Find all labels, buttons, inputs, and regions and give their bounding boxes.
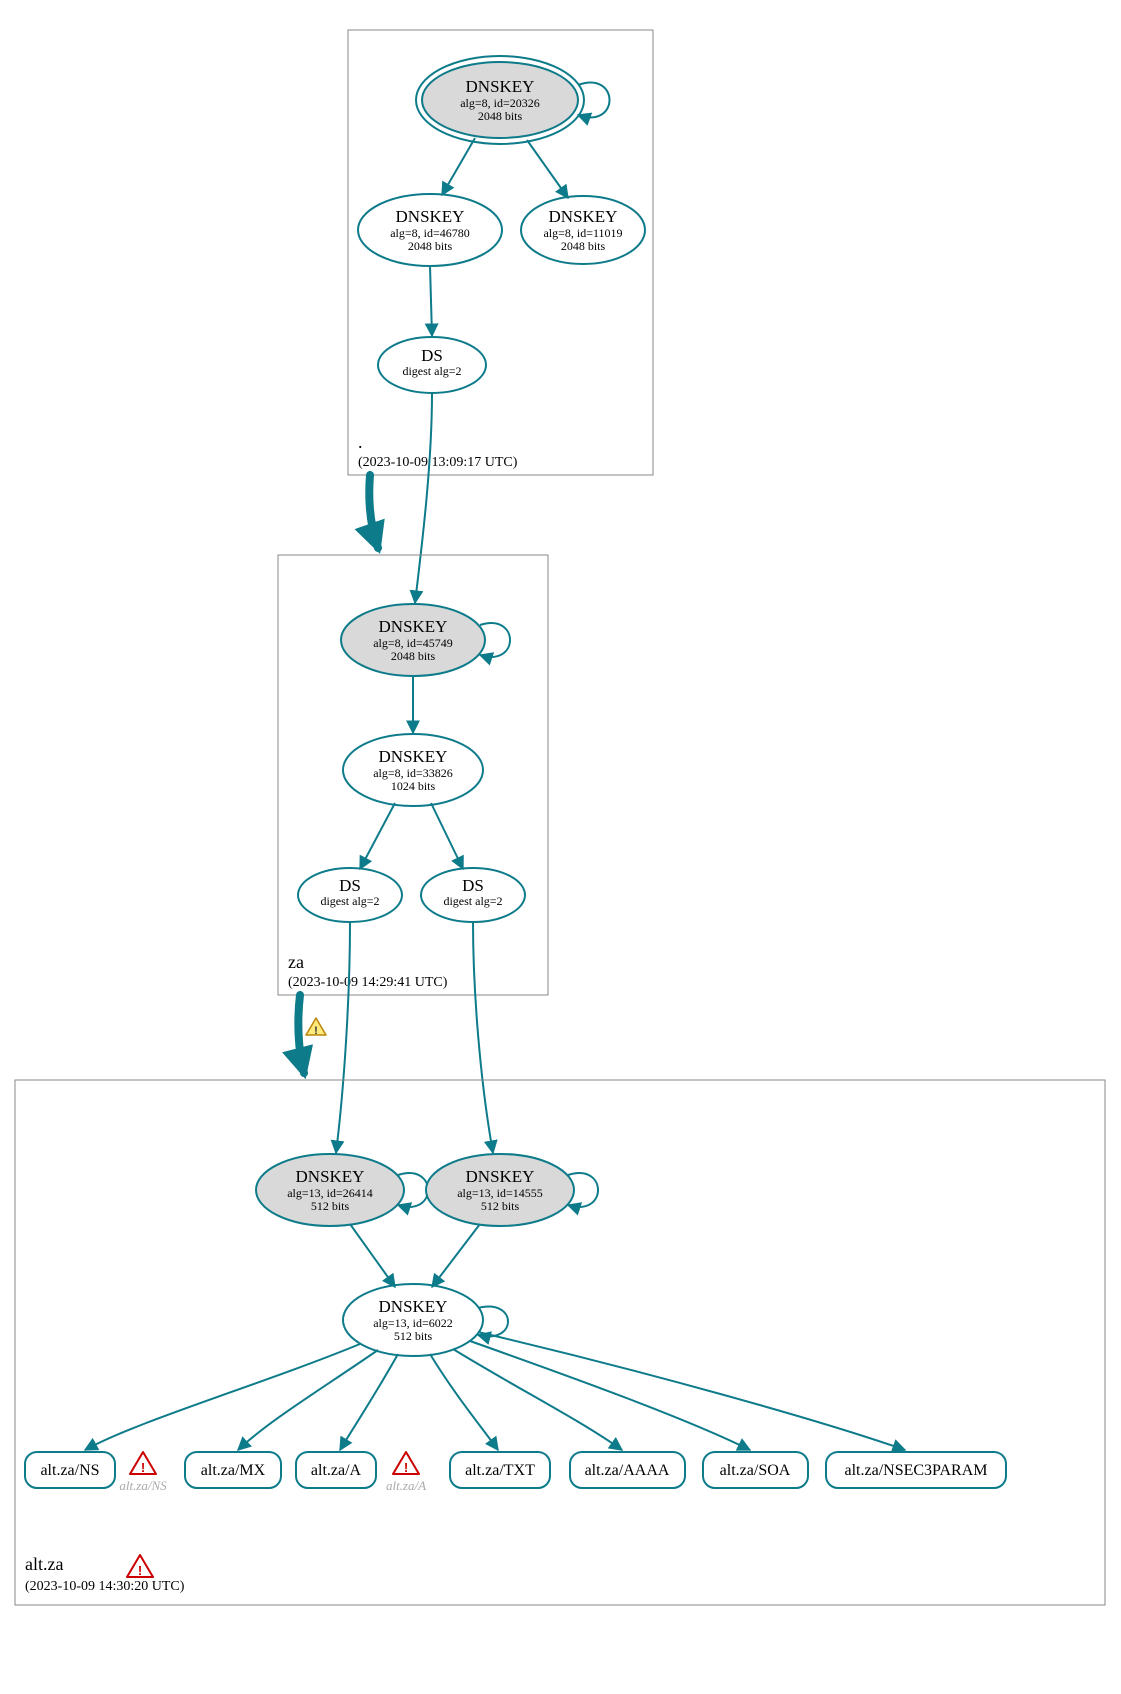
node-za-ds2[interactable]: DS digest alg=2 (421, 868, 525, 922)
edge-selfloop (578, 83, 610, 118)
svg-text:alg=8, id=11019: alg=8, id=11019 (543, 226, 622, 240)
edge (415, 393, 432, 603)
edge (430, 266, 432, 336)
node-root-zsk1[interactable]: DNSKEY alg=8, id=46780 2048 bits (358, 194, 502, 266)
node-za-ksk[interactable]: DNSKEY alg=8, id=45749 2048 bits (341, 604, 485, 676)
svg-text:alg=13, id=6022: alg=13, id=6022 (373, 1316, 453, 1330)
svg-text:2048 bits: 2048 bits (478, 109, 523, 123)
svg-text:alg=8, id=45749: alg=8, id=45749 (373, 636, 453, 650)
node-za-ds1[interactable]: DS digest alg=2 (298, 868, 402, 922)
edge (430, 1354, 498, 1450)
edge (432, 1224, 480, 1287)
node-root-ksk[interactable]: DNSKEY alg=8, id=20326 2048 bits (416, 56, 584, 144)
zone-timestamp: (2023-10-09 14:30:20 UTC) (25, 1579, 185, 1594)
error-icon: ! (130, 1452, 156, 1475)
svg-text:alg=13, id=14555: alg=13, id=14555 (457, 1186, 543, 1200)
svg-text:alt.za/TXT: alt.za/TXT (465, 1462, 535, 1479)
svg-text:!: ! (404, 1460, 408, 1475)
record-a-error: ! alt.za/A (386, 1452, 426, 1493)
svg-text:!: ! (138, 1563, 142, 1578)
svg-text:1024 bits: 1024 bits (391, 779, 436, 793)
svg-text:alt.za/NSEC3PARAM: alt.za/NSEC3PARAM (845, 1462, 988, 1479)
edge (340, 1354, 398, 1450)
svg-text:512 bits: 512 bits (481, 1199, 520, 1213)
svg-text:alg=8, id=46780: alg=8, id=46780 (390, 226, 470, 240)
delegation-edge (298, 995, 304, 1073)
svg-text:digest alg=2: digest alg=2 (443, 894, 502, 908)
edge (431, 803, 463, 869)
zone-timestamp: (2023-10-09 13:09:17 UTC) (358, 455, 518, 470)
record-a[interactable]: alt.za/A (296, 1452, 376, 1488)
record-ns-error: ! alt.za/NS (119, 1452, 167, 1493)
record-aaaa[interactable]: alt.za/AAAA (570, 1452, 685, 1488)
svg-text:DNSKEY: DNSKEY (296, 1167, 365, 1186)
svg-text:DS: DS (339, 876, 361, 895)
svg-text:DNSKEY: DNSKEY (466, 1167, 535, 1186)
svg-text:2048 bits: 2048 bits (408, 239, 453, 253)
svg-text:!: ! (141, 1460, 145, 1475)
svg-text:digest alg=2: digest alg=2 (402, 364, 461, 378)
edge (527, 140, 568, 198)
error-icon: ! (127, 1555, 153, 1578)
edge (478, 1332, 905, 1450)
zone-timestamp: (2023-10-09 14:29:41 UTC) (288, 975, 448, 990)
node-root-ds[interactable]: DS digest alg=2 (378, 337, 486, 393)
svg-text:DNSKEY: DNSKEY (396, 207, 465, 226)
delegation-edge (369, 475, 378, 548)
zone-name: za (288, 952, 304, 972)
svg-text:alg=8, id=20326: alg=8, id=20326 (460, 96, 540, 110)
node-altza-ksk1[interactable]: DNSKEY alg=13, id=26414 512 bits (256, 1154, 404, 1226)
svg-text:DS: DS (421, 346, 443, 365)
zone-box-altza (15, 1080, 1105, 1605)
edge (336, 922, 350, 1153)
svg-text:alt.za/NS: alt.za/NS (40, 1462, 99, 1479)
edge (473, 922, 493, 1153)
svg-text:DNSKEY: DNSKEY (379, 617, 448, 636)
record-soa[interactable]: alt.za/SOA (703, 1452, 808, 1488)
record-nsec3param[interactable]: alt.za/NSEC3PARAM (826, 1452, 1006, 1488)
svg-text:2048 bits: 2048 bits (561, 239, 606, 253)
record-txt[interactable]: alt.za/TXT (450, 1452, 550, 1488)
svg-text:DS: DS (462, 876, 484, 895)
zone-name: alt.za (25, 1554, 63, 1574)
svg-text:alg=13, id=26414: alg=13, id=26414 (287, 1186, 373, 1200)
svg-text:alt.za/A: alt.za/A (311, 1462, 362, 1479)
svg-text:DNSKEY: DNSKEY (466, 77, 535, 96)
error-icon: ! (393, 1452, 419, 1475)
zone-name: . (358, 432, 363, 452)
svg-text:alt.za/NS: alt.za/NS (119, 1478, 167, 1493)
svg-text:alt.za/MX: alt.za/MX (201, 1462, 266, 1479)
svg-text:512 bits: 512 bits (394, 1329, 433, 1343)
svg-text:512 bits: 512 bits (311, 1199, 350, 1213)
svg-text:DNSKEY: DNSKEY (379, 1297, 448, 1316)
svg-text:digest alg=2: digest alg=2 (320, 894, 379, 908)
node-za-zsk[interactable]: DNSKEY alg=8, id=33826 1024 bits (343, 734, 483, 806)
svg-text:DNSKEY: DNSKEY (549, 207, 618, 226)
dnssec-diagram: . (2023-10-09 13:09:17 UTC) DNSKEY alg=8… (0, 0, 1121, 1694)
edge (442, 138, 475, 195)
svg-text:2048 bits: 2048 bits (391, 649, 436, 663)
svg-text:alt.za/SOA: alt.za/SOA (720, 1462, 791, 1479)
record-mx[interactable]: alt.za/MX (185, 1452, 281, 1488)
svg-text:DNSKEY: DNSKEY (379, 747, 448, 766)
svg-text:alg=8, id=33826: alg=8, id=33826 (373, 766, 453, 780)
warning-icon: ! (306, 1018, 326, 1037)
svg-text:alt.za/AAAA: alt.za/AAAA (585, 1462, 670, 1479)
edge (360, 803, 395, 869)
node-altza-ksk2[interactable]: DNSKEY alg=13, id=14555 512 bits (426, 1154, 574, 1226)
edge (470, 1341, 750, 1450)
node-altza-zsk[interactable]: DNSKEY alg=13, id=6022 512 bits (343, 1284, 483, 1356)
node-root-zsk2[interactable]: DNSKEY alg=8, id=11019 2048 bits (521, 196, 645, 264)
svg-text:!: ! (314, 1025, 318, 1037)
edge (85, 1344, 360, 1450)
record-ns[interactable]: alt.za/NS (25, 1452, 115, 1488)
edge (350, 1224, 395, 1287)
svg-text:alt.za/A: alt.za/A (386, 1478, 426, 1493)
